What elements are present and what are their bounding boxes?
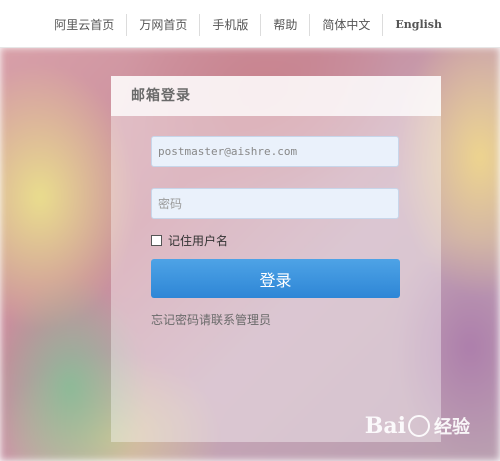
page: 阿里云首页 万网首页 手机版 帮助 简体中文 English 邮箱登录 记住用户… <box>0 0 500 461</box>
checkbox-icon[interactable] <box>151 235 162 246</box>
username-input[interactable] <box>151 136 399 167</box>
remember-username[interactable]: 记住用户名 <box>151 232 228 249</box>
top-navigation-bar: 阿里云首页 万网首页 手机版 帮助 简体中文 English <box>0 0 500 48</box>
baidu-jingyan-watermark: Bai 经验 <box>364 413 470 439</box>
forgot-password-text: 忘记密码请联系管理员 <box>151 313 272 327</box>
login-button[interactable]: 登录 <box>151 259 400 298</box>
password-input[interactable] <box>151 188 399 219</box>
nav-help[interactable]: 帮助 <box>260 14 309 36</box>
remember-username-label: 记住用户名 <box>168 234 229 248</box>
nav-mobile-version[interactable]: 手机版 <box>199 14 260 36</box>
nav-simplified-chinese[interactable]: 简体中文 <box>309 14 382 36</box>
nav-aliyun-home[interactable]: 阿里云首页 <box>42 14 126 36</box>
nav-links: 阿里云首页 万网首页 手机版 帮助 简体中文 English <box>42 14 454 36</box>
nav-english[interactable]: English <box>382 14 454 36</box>
baidu-paw-icon <box>408 415 430 437</box>
login-title: 邮箱登录 <box>111 76 441 116</box>
nav-wanwang-home[interactable]: 万网首页 <box>126 14 199 36</box>
login-panel: 邮箱登录 记住用户名 登录 忘记密码请联系管理员 <box>111 76 441 442</box>
